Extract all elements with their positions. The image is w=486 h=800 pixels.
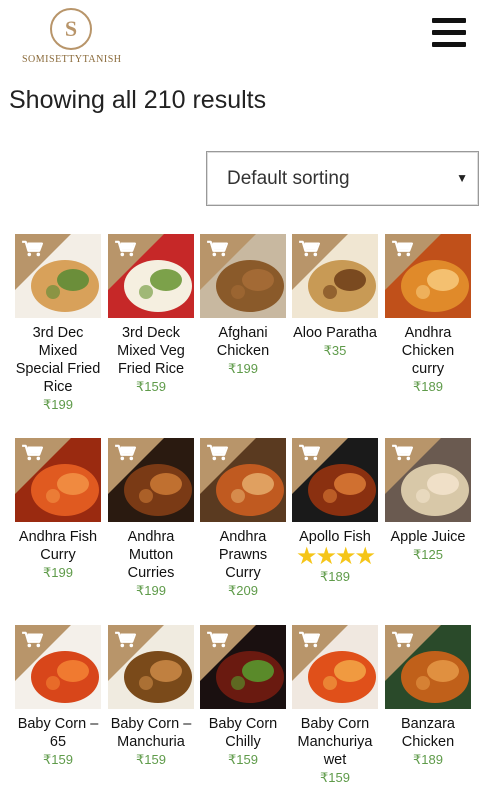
product-name[interactable]: Aloo Paratha [292,324,378,342]
rating-stars: ★★★★ [295,546,376,568]
product-price: ₹159 [228,752,258,767]
product-name[interactable]: Baby Corn – 65 [15,715,101,751]
cart-icon[interactable] [21,444,43,462]
product-price: ₹159 [320,770,350,785]
product-card[interactable]: Baby Corn – 65 ₹159 [15,625,101,768]
product-name[interactable]: Banzara Chicken [385,715,471,751]
product-name[interactable]: Andhra Prawns Curry [200,528,286,582]
cart-icon[interactable] [206,631,228,649]
cart-icon[interactable] [298,631,320,649]
product-price: ₹35 [323,343,347,358]
product-card[interactable]: Baby Corn Chilly ₹159 [200,625,286,768]
product-price: ₹199 [228,361,258,376]
cart-icon[interactable] [114,444,136,462]
product-price: ₹159 [136,752,166,767]
product-name[interactable]: Andhra Fish Curry [15,528,101,564]
product-image[interactable] [292,438,378,522]
cart-icon[interactable] [206,444,228,462]
product-name[interactable]: Baby Corn – Manchuria [108,715,194,751]
product-card[interactable]: Andhra Mutton Curries ₹199 [108,438,194,599]
product-image[interactable] [385,438,471,522]
cart-icon[interactable] [114,631,136,649]
product-name[interactable]: Baby Corn Manchuriya wet [292,715,378,769]
product-card[interactable]: Baby Corn – Manchuria ₹159 [108,625,194,768]
product-name[interactable]: Andhra Mutton Curries [108,528,194,582]
product-image[interactable] [292,234,378,318]
product-price: ₹199 [43,565,73,580]
product-price: ₹125 [413,547,443,562]
product-image[interactable] [200,625,286,709]
product-price: ₹189 [413,379,443,394]
product-card[interactable]: Andhra Prawns Curry ₹209 [200,438,286,599]
product-image[interactable] [15,438,101,522]
product-price: ₹199 [136,583,166,598]
product-image[interactable] [385,234,471,318]
cart-icon[interactable] [206,240,228,258]
product-image[interactable] [385,625,471,709]
product-price: ₹159 [136,379,166,394]
cart-icon[interactable] [114,240,136,258]
cart-icon[interactable] [21,240,43,258]
product-card[interactable]: Aloo Paratha ₹35 [292,234,378,359]
cart-icon[interactable] [298,444,320,462]
product-price: ₹159 [43,752,73,767]
product-name[interactable]: 3rd Deck Mixed Veg Fried Rice [108,324,194,378]
product-image[interactable] [108,234,194,318]
product-price: ₹199 [43,397,73,412]
product-name[interactable]: Andhra Chicken curry [385,324,471,378]
cart-icon[interactable] [21,631,43,649]
product-name[interactable]: Baby Corn Chilly [200,715,286,751]
product-grid: 3rd Dec Mixed Special Fried Rice ₹199 3rd … [0,0,486,800]
product-card[interactable]: Andhra Fish Curry ₹199 [15,438,101,581]
product-name[interactable]: Apollo Fish [292,528,378,546]
product-name[interactable]: Afghani Chicken [200,324,286,360]
product-card[interactable]: Apollo Fish ★★★★ ₹189 [292,438,378,585]
product-name[interactable]: 3rd Dec Mixed Special Fried Rice [15,324,101,396]
product-price: ₹209 [228,583,258,598]
product-card[interactable]: Apple Juice ₹125 [385,438,471,563]
product-price: ₹189 [320,569,350,584]
product-image[interactable] [15,625,101,709]
product-card[interactable]: Andhra Chicken curry ₹189 [385,234,471,395]
product-card[interactable]: Baby Corn Manchuriya wet ₹159 [292,625,378,786]
cart-icon[interactable] [391,631,413,649]
product-price: ₹189 [413,752,443,767]
product-card[interactable]: 3rd Dec Mixed Special Fried Rice ₹199 [15,234,101,413]
product-image[interactable] [108,625,194,709]
product-image[interactable] [200,234,286,318]
product-image[interactable] [15,234,101,318]
product-card[interactable]: Afghani Chicken ₹199 [200,234,286,377]
product-image[interactable] [292,625,378,709]
product-image[interactable] [108,438,194,522]
product-image[interactable] [200,438,286,522]
product-name[interactable]: Apple Juice [385,528,471,546]
cart-icon[interactable] [298,240,320,258]
cart-icon[interactable] [391,444,413,462]
product-card[interactable]: 3rd Deck Mixed Veg Fried Rice ₹159 [108,234,194,395]
cart-icon[interactable] [391,240,413,258]
product-card[interactable]: Banzara Chicken ₹189 [385,625,471,768]
